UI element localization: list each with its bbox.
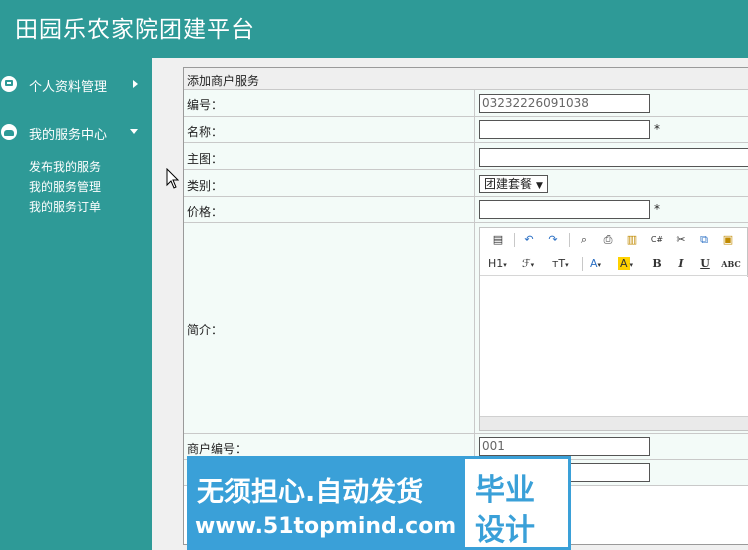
font-color-icon[interactable]: A▾ bbox=[590, 256, 610, 272]
form-row-price: 价格： bbox=[184, 197, 748, 223]
bold-icon[interactable]: B bbox=[649, 256, 665, 272]
watermark-line-1: 无须担心.自动发货 bbox=[197, 477, 424, 508]
template-icon[interactable]: ▤ bbox=[490, 232, 506, 248]
field-label: 主图： bbox=[187, 152, 224, 166]
monitor-icon bbox=[1, 76, 17, 92]
editor-toolbar-row-2: H1▾ ℱ▾ тT▾ A▾ A ▾ B I U ABC bbox=[480, 252, 748, 276]
underline-label: U bbox=[700, 257, 710, 270]
rich-text-editor[interactable]: ▤ ↶ ↷ ⌕ ⎙ ▥ C# ✂ ⧉ ▣ H1▾ ℱ▾ тT▾ A▾ A ▾ B … bbox=[479, 227, 748, 431]
select-all-icon[interactable]: ▥ bbox=[624, 232, 640, 248]
watermark-badge: 毕业 设计 bbox=[462, 456, 571, 550]
strikethrough-label: ABC bbox=[721, 259, 741, 269]
sidebar-item-manage-services[interactable]: 我的服务管理 bbox=[29, 178, 101, 195]
preview-icon[interactable]: ⌕ bbox=[576, 232, 592, 248]
sidebar: 个人资料管理 我的服务中心 发布我的服务 我的服务管理 我的服务订单 bbox=[0, 58, 152, 550]
code-icon[interactable]: C# bbox=[649, 232, 665, 248]
price-field[interactable] bbox=[479, 200, 650, 219]
watermark-badge-bottom: 设计 bbox=[475, 513, 535, 548]
form-row-code: 编号： bbox=[184, 90, 748, 117]
heading-label: H1 bbox=[488, 257, 504, 270]
bold-label: B bbox=[652, 257, 662, 270]
copy-icon[interactable]: ⧉ bbox=[696, 232, 712, 248]
strikethrough-icon[interactable]: ABC bbox=[720, 256, 742, 272]
sidebar-section-label: 我的服务中心 bbox=[29, 128, 108, 143]
highlight-label: A bbox=[618, 257, 630, 270]
field-label: 商户编号： bbox=[187, 442, 248, 456]
image-field[interactable] bbox=[479, 148, 748, 167]
chevron-down-icon bbox=[130, 129, 138, 134]
field-label: 名称： bbox=[187, 125, 224, 139]
form-title: 添加商户服务 bbox=[187, 74, 260, 88]
name-field[interactable] bbox=[479, 120, 650, 139]
watermark-banner: 无须担心.自动发货 www.51topmind.com 毕业 设计 bbox=[187, 456, 571, 550]
cut-icon[interactable]: ✂ bbox=[673, 232, 689, 248]
field-label: 类别： bbox=[187, 179, 224, 193]
italic-icon[interactable]: I bbox=[673, 256, 689, 272]
font-family-icon[interactable]: ℱ▾ bbox=[522, 256, 544, 272]
required-mark: * bbox=[654, 202, 660, 216]
font-size-icon[interactable]: тT▾ bbox=[552, 256, 576, 272]
mouse-pointer-icon bbox=[166, 167, 180, 193]
heading-icon[interactable]: H1▾ bbox=[488, 256, 514, 272]
sidebar-section-label: 个人资料管理 bbox=[29, 80, 108, 95]
category-select[interactable]: 团建套餐 ▼ bbox=[479, 175, 548, 193]
print-icon[interactable]: ⎙ bbox=[600, 232, 616, 248]
form-header: 添加商户服务 bbox=[184, 68, 748, 90]
chevron-right-icon bbox=[133, 80, 138, 88]
undo-icon[interactable]: ↶ bbox=[521, 232, 537, 248]
editor-content-area[interactable] bbox=[480, 277, 748, 417]
form-row-name: 名称： bbox=[184, 117, 748, 143]
sidebar-item-service-orders[interactable]: 我的服务订单 bbox=[29, 198, 101, 215]
paste-icon[interactable]: ▣ bbox=[720, 232, 736, 248]
field-label: 编号： bbox=[187, 98, 224, 112]
editor-toolbar-row-1: ▤ ↶ ↷ ⌕ ⎙ ▥ C# ✂ ⧉ ▣ bbox=[480, 228, 748, 252]
dropdown-arrow-icon: ▼ bbox=[536, 181, 543, 191]
font-size-label: тT bbox=[552, 257, 566, 270]
merchant-code-field[interactable]: 001 bbox=[479, 437, 650, 456]
field-label: 价格： bbox=[187, 205, 224, 219]
required-mark: * bbox=[654, 122, 660, 136]
sidebar-item-publish-service[interactable]: 发布我的服务 bbox=[29, 158, 101, 175]
sidebar-section-service-center[interactable]: 我的服务中心 bbox=[0, 116, 152, 146]
code-field[interactable]: 03232226091038 bbox=[479, 94, 650, 113]
app-title: 田园乐农家院团建平台 bbox=[15, 17, 255, 43]
redo-icon[interactable]: ↷ bbox=[545, 232, 561, 248]
font-color-label: A bbox=[590, 257, 598, 270]
form-row-category: 类别： bbox=[184, 170, 748, 197]
italic-label: I bbox=[678, 257, 684, 270]
underline-icon[interactable]: U bbox=[697, 256, 713, 272]
watermark-badge-top: 毕业 bbox=[475, 473, 535, 508]
home-icon bbox=[1, 124, 17, 140]
font-family-label: ℱ bbox=[522, 257, 531, 270]
sidebar-section-profile[interactable]: 个人资料管理 bbox=[0, 68, 152, 98]
category-value: 团建套餐 bbox=[484, 177, 533, 191]
watermark-line-2: www.51topmind.com bbox=[195, 514, 457, 539]
app-header: 田园乐农家院团建平台 bbox=[0, 0, 748, 58]
editor-statusbar bbox=[480, 416, 748, 430]
field-label: 简介： bbox=[187, 323, 224, 337]
highlight-icon[interactable]: A ▾ bbox=[618, 256, 640, 272]
